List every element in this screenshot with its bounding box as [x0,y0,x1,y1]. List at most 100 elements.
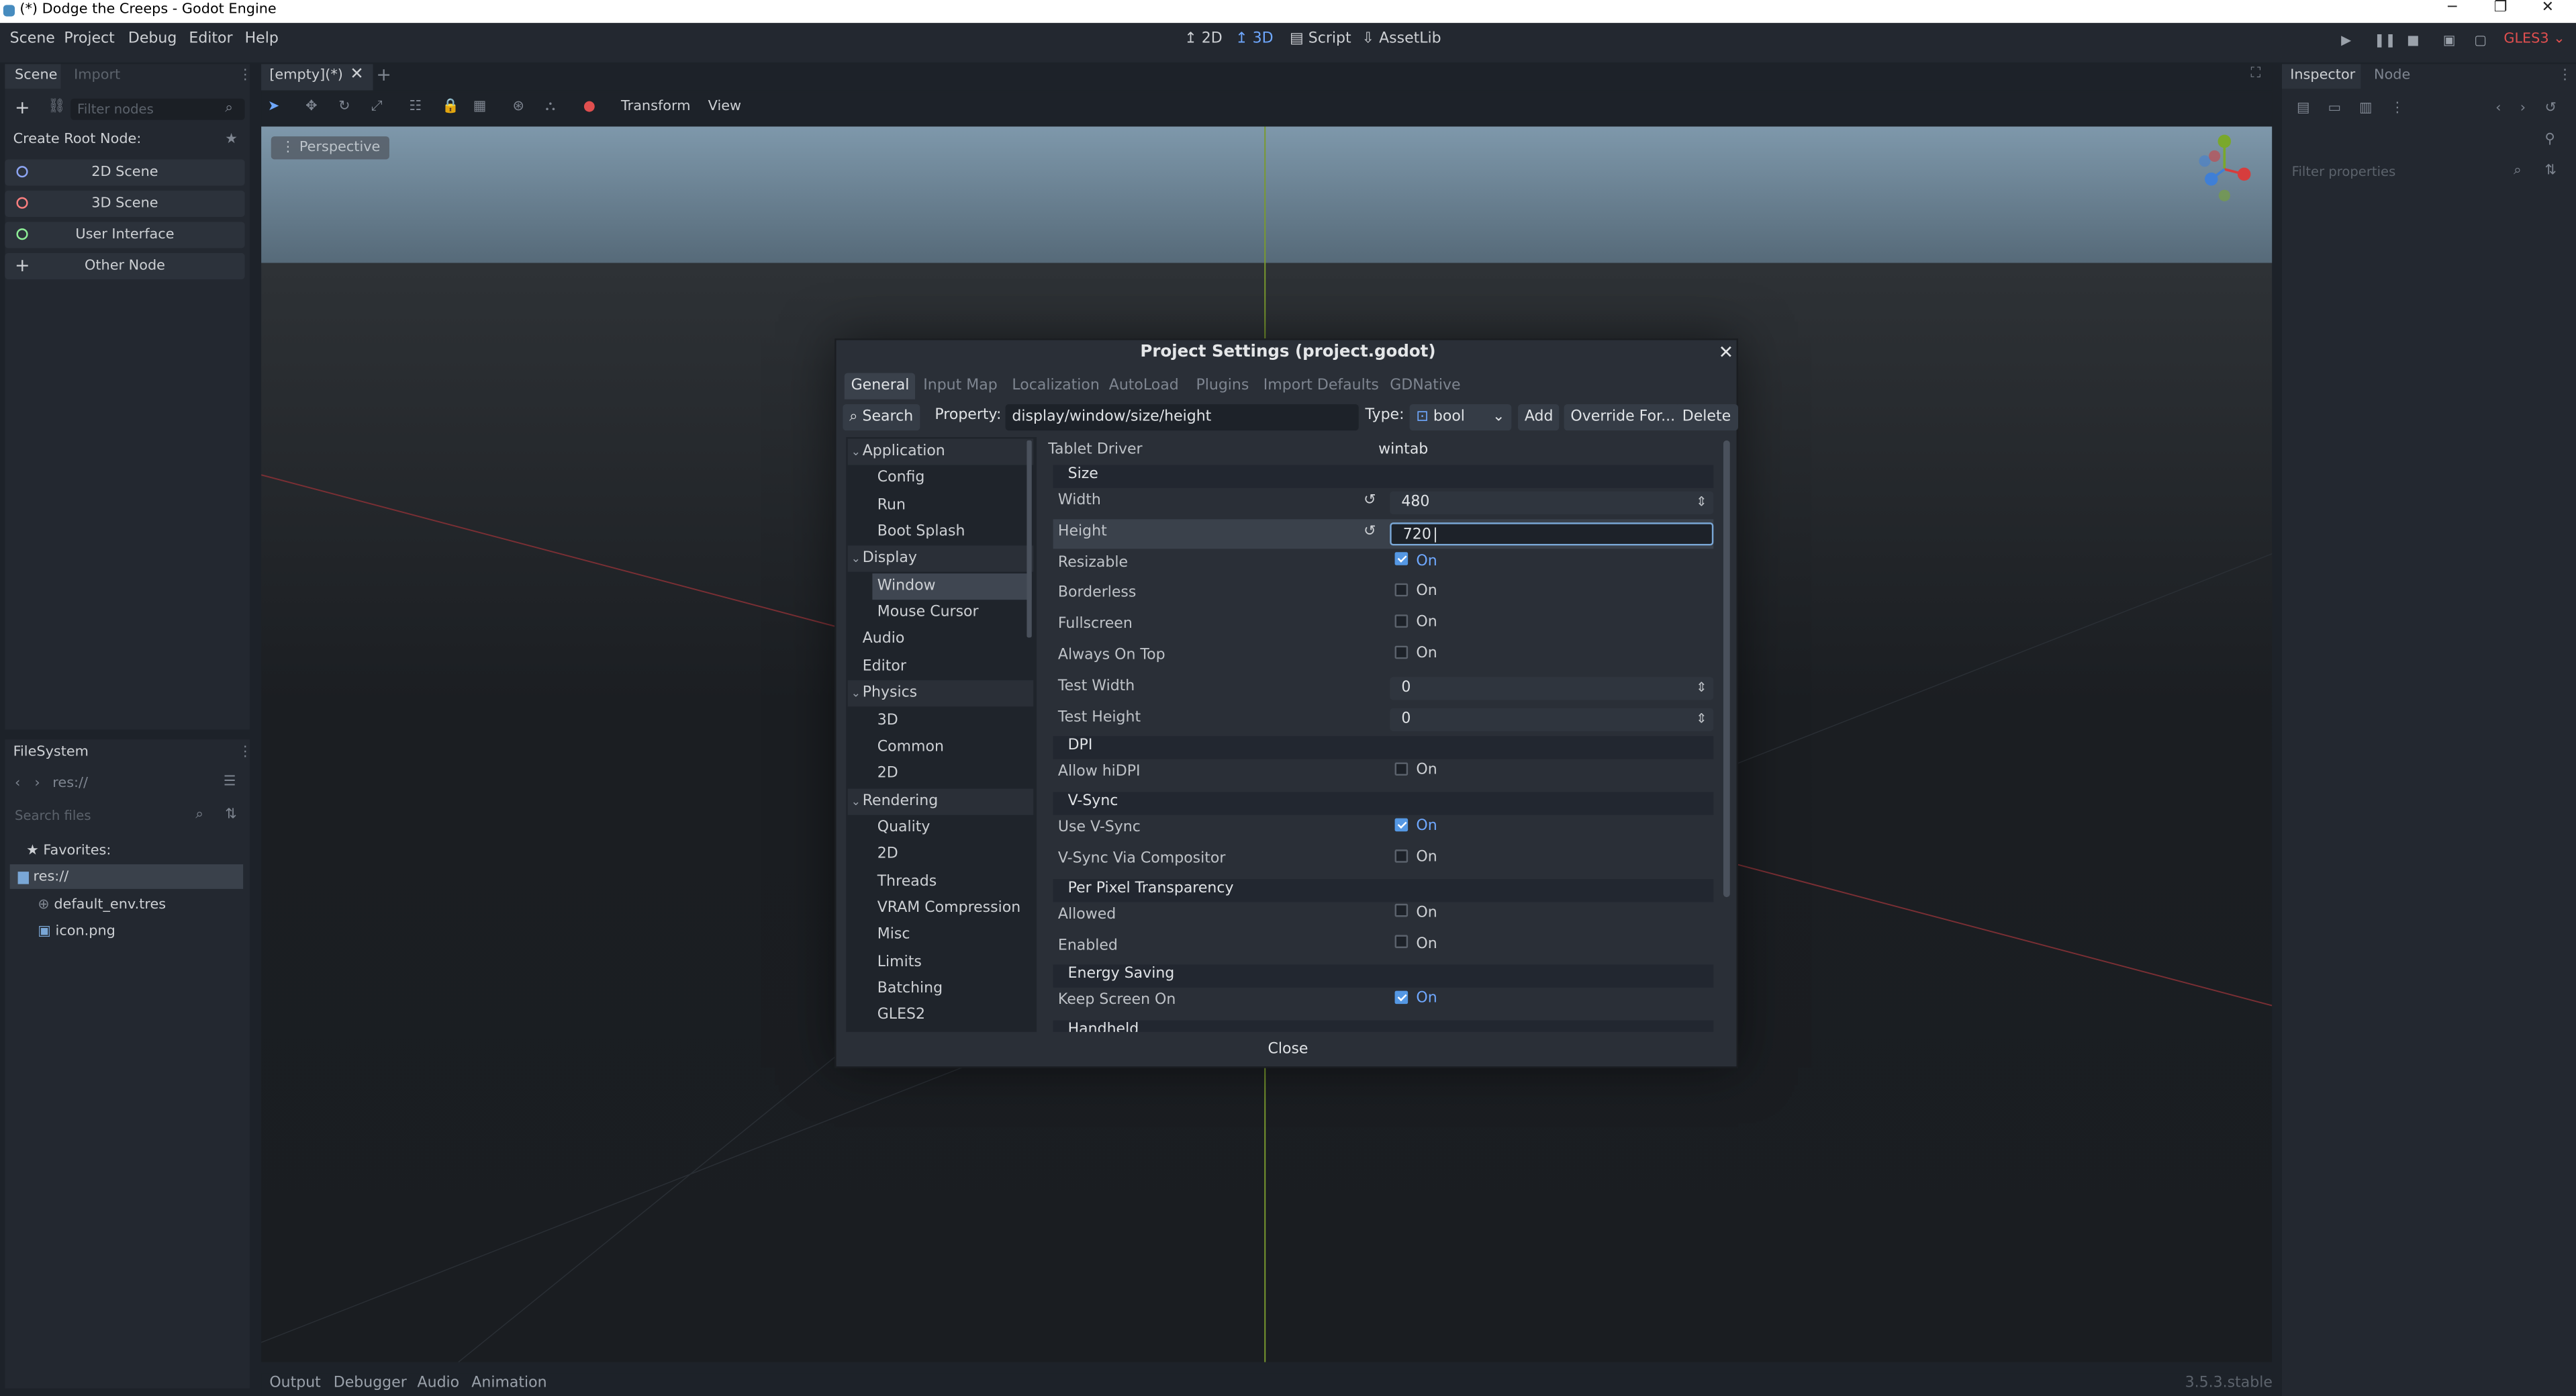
checkbox-unchecked[interactable] [1394,614,1409,628]
tab-animation[interactable]: Animation [471,1375,546,1391]
perspective-menu[interactable]: ⋮ Perspective [271,136,391,160]
dialog-tab-import-defaults[interactable]: Import Defaults [1257,373,1386,399]
tab-inspector[interactable]: Inspector [2290,67,2355,83]
transform-menu[interactable]: Transform [621,99,690,115]
checkbox-checked[interactable] [1394,990,1409,1004]
play-scene-icon[interactable]: ▣ [2443,33,2459,49]
checkbox-checked[interactable] [1394,552,1409,566]
tree-item-limits[interactable]: Limits [872,949,1031,976]
dialog-close-icon[interactable]: ✕ [1719,342,1734,363]
search-files-input[interactable]: Search files [8,805,215,827]
new-tab-icon[interactable]: + [376,64,391,85]
tree-item-batching[interactable]: Batching [872,976,1031,1003]
tree-item-3d[interactable]: 3D [872,707,1031,733]
spinner-icon[interactable]: ⇕ [1696,708,1707,731]
prop-value[interactable]: 0 ⇕ [1390,707,1714,731]
tree-item-audio[interactable]: Audio [848,626,905,653]
tab-import[interactable]: Import [74,67,120,83]
menu-project[interactable]: Project [64,31,114,47]
history-icon[interactable]: ↺ [2545,100,2557,116]
group-icon[interactable]: ▦ [473,99,487,115]
checkbox-unchecked[interactable] [1394,762,1409,776]
add-button[interactable]: Add [1518,404,1560,431]
collapse-arrow-icon[interactable]: ⌄ [851,680,861,706]
favorites-item[interactable]: ★ Favorites: [26,843,111,859]
resource-menu-icon[interactable]: ⋮ [2390,100,2404,116]
filter-properties-input[interactable]: Filter properties [2285,161,2532,183]
checkbox-unchecked[interactable] [1394,935,1409,949]
menu-scene[interactable]: Scene [10,31,55,47]
tree-item-threads[interactable]: Threads [872,869,1031,895]
mode-script-button[interactable]: ▤ Script [1290,31,1351,47]
prop-value[interactable]: On [1390,583,1713,607]
menu-help[interactable]: Help [245,31,279,47]
view-menu[interactable]: View [708,99,741,115]
dialog-tab-plugins[interactable]: Plugins [1190,373,1255,399]
lock-icon[interactable]: 🔒 [442,99,459,115]
tree-item-mouse-cursor[interactable]: Mouse Cursor [872,600,1031,626]
checkbox-unchecked[interactable] [1394,583,1409,597]
play-icon[interactable]: ▶ [2341,33,2357,49]
tab-debugger[interactable]: Debugger [334,1375,407,1391]
add-node-icon[interactable]: + [15,97,30,118]
spinner-icon[interactable]: ⇕ [1696,677,1707,700]
override-for-button[interactable]: Override For... [1564,404,1682,431]
number-spinbox[interactable]: 0 ⇕ [1390,707,1714,731]
tree-item-physics[interactable]: ⌄ Physics [847,680,1034,707]
new-resource-icon[interactable]: ▤ [2297,100,2310,116]
play-custom-scene-icon[interactable]: ▢ [2474,33,2490,49]
close-window-button[interactable]: ✕ [2542,0,2554,16]
tree-item-config[interactable]: Config [872,465,1031,492]
tab-audio[interactable]: Audio [418,1375,460,1391]
tree-item-rendering[interactable]: ⌄ Rendering [847,788,1034,815]
tree-item-2d[interactable]: 2D [872,842,1031,868]
stop-icon[interactable]: ■ [2407,33,2423,49]
type-select[interactable]: ⊡ bool ⌄ [1409,404,1512,431]
root-3d-scene-button[interactable]: 3D Scene [5,190,245,218]
tree-item-editor[interactable]: Editor [848,653,906,680]
maximize-button[interactable]: ❐ [2494,0,2508,16]
collapse-arrow-icon[interactable]: ⌄ [851,546,861,572]
tree-scrollbar[interactable] [1027,440,1032,638]
tab-scene[interactable]: Scene [15,67,57,83]
checkbox-unchecked[interactable] [1394,645,1409,659]
prop-value[interactable]: On [1390,614,1713,638]
renderer-select[interactable]: GLES3 ⌄ [2503,31,2565,47]
move-tool-icon[interactable]: ✥ [305,99,317,115]
split-view-icon[interactable]: ☰ [224,774,236,790]
tree-item-application[interactable]: ⌄ Application [847,438,1034,465]
tab-output[interactable]: Output [269,1375,321,1391]
collapse-arrow-icon[interactable]: ⌄ [851,438,861,465]
inspector-settings-icon[interactable]: ⇅ [2545,162,2557,179]
tree-item-boot-splash[interactable]: Boot Splash [872,519,1031,545]
object-properties-icon[interactable]: ⚲ [2545,132,2555,148]
prop-value[interactable]: On [1390,762,1713,786]
distraction-free-icon[interactable]: ⛶ [2250,66,2260,82]
inspector-menu-icon[interactable]: ⋮ [2558,67,2572,83]
pause-icon[interactable]: ❚❚ [2374,33,2396,49]
properties-scrollbar[interactable] [1723,440,1730,898]
height-input[interactable]: 720 | [1390,522,1714,545]
scale-tool-icon[interactable]: ⤢ [371,99,383,115]
file-item[interactable]: ▣ icon.png [38,923,115,939]
number-spinbox[interactable]: 0 ⇕ [1390,676,1714,700]
dialog-tab-general[interactable]: General [844,373,916,400]
dialog-tab-autoload[interactable]: AutoLoad [1102,373,1186,399]
checkbox-unchecked[interactable] [1394,904,1409,918]
res-root-item[interactable]: ▆ res:// [18,869,68,885]
delete-button[interactable]: Delete [1676,404,1737,431]
spinner-icon[interactable]: ⇕ [1696,492,1707,514]
filter-nodes-input[interactable]: Filter nodes [70,98,245,120]
mode-3d-button[interactable]: ↥ 3D [1235,31,1273,47]
fs-menu-icon[interactable]: ⋮ [238,745,252,761]
prop-value[interactable]: On [1390,645,1713,669]
sort-icon[interactable]: ⇅ [225,807,236,823]
select-tool-icon[interactable]: ➤ [268,99,279,115]
prop-value[interactable]: 0 ⇕ [1390,676,1714,700]
forward-icon[interactable]: › [34,776,40,792]
property-input[interactable]: display/window/size/height [1005,404,1359,431]
mode-2d-button[interactable]: ↥ 2D [1184,31,1222,47]
tree-item-gles2[interactable]: GLES2 [872,1003,1031,1029]
prop-value[interactable]: On [1390,904,1713,928]
tab-node[interactable]: Node [2374,67,2410,83]
